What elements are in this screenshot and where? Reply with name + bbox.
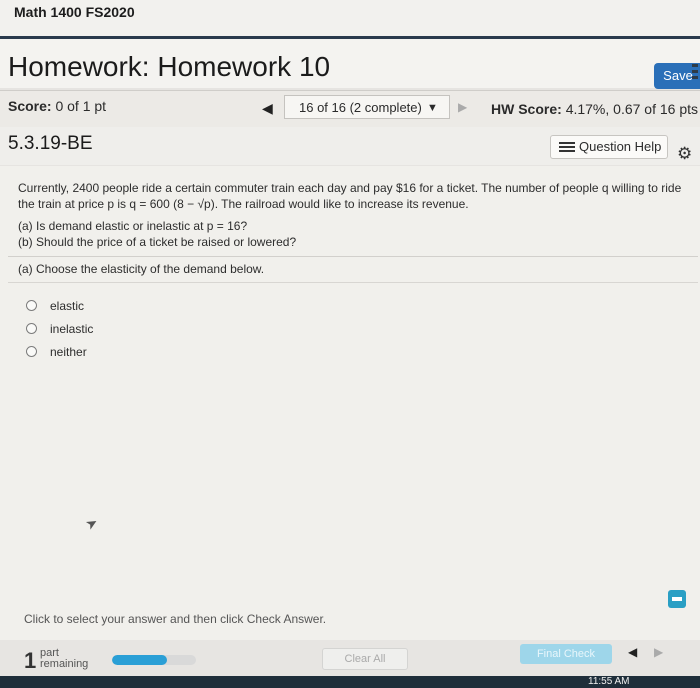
progress-fill (112, 655, 167, 665)
radio-button[interactable] (26, 323, 37, 334)
hw-score-label: HW Score: (491, 101, 562, 117)
instruction-text: Click to select your answer and then cli… (24, 612, 327, 626)
chevron-down-icon: ▼ (427, 102, 438, 114)
option-label: elastic (50, 299, 85, 313)
hw-score-value: 4.17%, 0.67 of 16 pts (565, 101, 699, 117)
parts-remaining-count: 1 (24, 648, 37, 673)
question-help-label: Question Help (579, 139, 662, 154)
answer-prompt: (a) Choose the elasticity of the demand … (18, 262, 265, 276)
problem-line-1: Currently, 2400 people ride a certain co… (18, 181, 682, 195)
question-parts: (a) Is demand elastic or inelastic at p … (18, 218, 296, 250)
question-nav-label: 16 of 16 (2 complete) (299, 100, 422, 115)
parts-text-2: remaining (40, 658, 89, 670)
list-icon (559, 142, 575, 152)
taskbar-clock: 11:55 AM (588, 676, 630, 687)
sqrt-expression: √p (197, 197, 211, 211)
clear-all-button[interactable]: Clear All (322, 648, 408, 670)
question-nav-select[interactable]: 16 of 16 (2 complete) ▼ (284, 95, 450, 119)
progress-bar (112, 655, 196, 665)
question-help-button[interactable]: Question Help (550, 135, 668, 159)
problem-text: Currently, 2400 people ride a certain co… (18, 180, 684, 212)
divider (8, 256, 698, 257)
final-check-button[interactable]: Final Check (520, 644, 612, 664)
more-menu-icon[interactable] (692, 64, 698, 80)
score: Score: 0 of 1 pt (8, 98, 106, 114)
question-content: Currently, 2400 people ride a certain co… (0, 166, 700, 640)
homework-header: Homework: Homework 10 Save (0, 36, 700, 89)
question-header: 5.3.19-BE Question Help (0, 127, 700, 165)
radio-button[interactable] (26, 346, 37, 357)
divider (8, 282, 698, 283)
next-question-icon[interactable]: ▶ (458, 100, 467, 114)
option-label: inelastic (50, 322, 94, 336)
parts-remaining-text: part remaining (40, 648, 88, 670)
course-title: Math 1400 FS2020 (14, 4, 135, 20)
question-id: 5.3.19-BE (8, 133, 93, 154)
page-title: Homework: Homework 10 (8, 51, 331, 82)
hw-score: HW Score: 4.17%, 0.67 of 16 pts (491, 101, 698, 117)
expand-arrow-icon[interactable] (668, 590, 686, 608)
previous-question-icon[interactable]: ◀ (262, 100, 273, 117)
mouse-cursor-icon: ➤ (82, 513, 101, 533)
radio-button[interactable] (26, 300, 37, 311)
part-a-text: (a) Is demand elastic or inelastic at p … (18, 219, 248, 233)
option-label: neither (50, 345, 87, 359)
problem-line-2-pre: the train at price p is q = 600 (8 − (18, 197, 198, 211)
next-icon[interactable]: ▶ (654, 645, 663, 659)
score-value: 0 of 1 pt (55, 98, 107, 114)
problem-line-2-post: ). The railroad would like to increase i… (210, 197, 469, 211)
previous-icon[interactable]: ◀ (628, 645, 637, 659)
part-b-text: (b) Should the price of a ticket be rais… (18, 235, 297, 249)
score-label: Score: (8, 98, 52, 114)
course-bar: Math 1400 FS2020 (0, 0, 700, 37)
gear-icon[interactable]: ⚙ (677, 145, 695, 163)
problem-line-2: the train at price p is q = 600 (8 − √p)… (18, 196, 684, 212)
score-bar: Score: 0 of 1 pt ◀ 16 of 16 (2 complete)… (0, 90, 700, 128)
